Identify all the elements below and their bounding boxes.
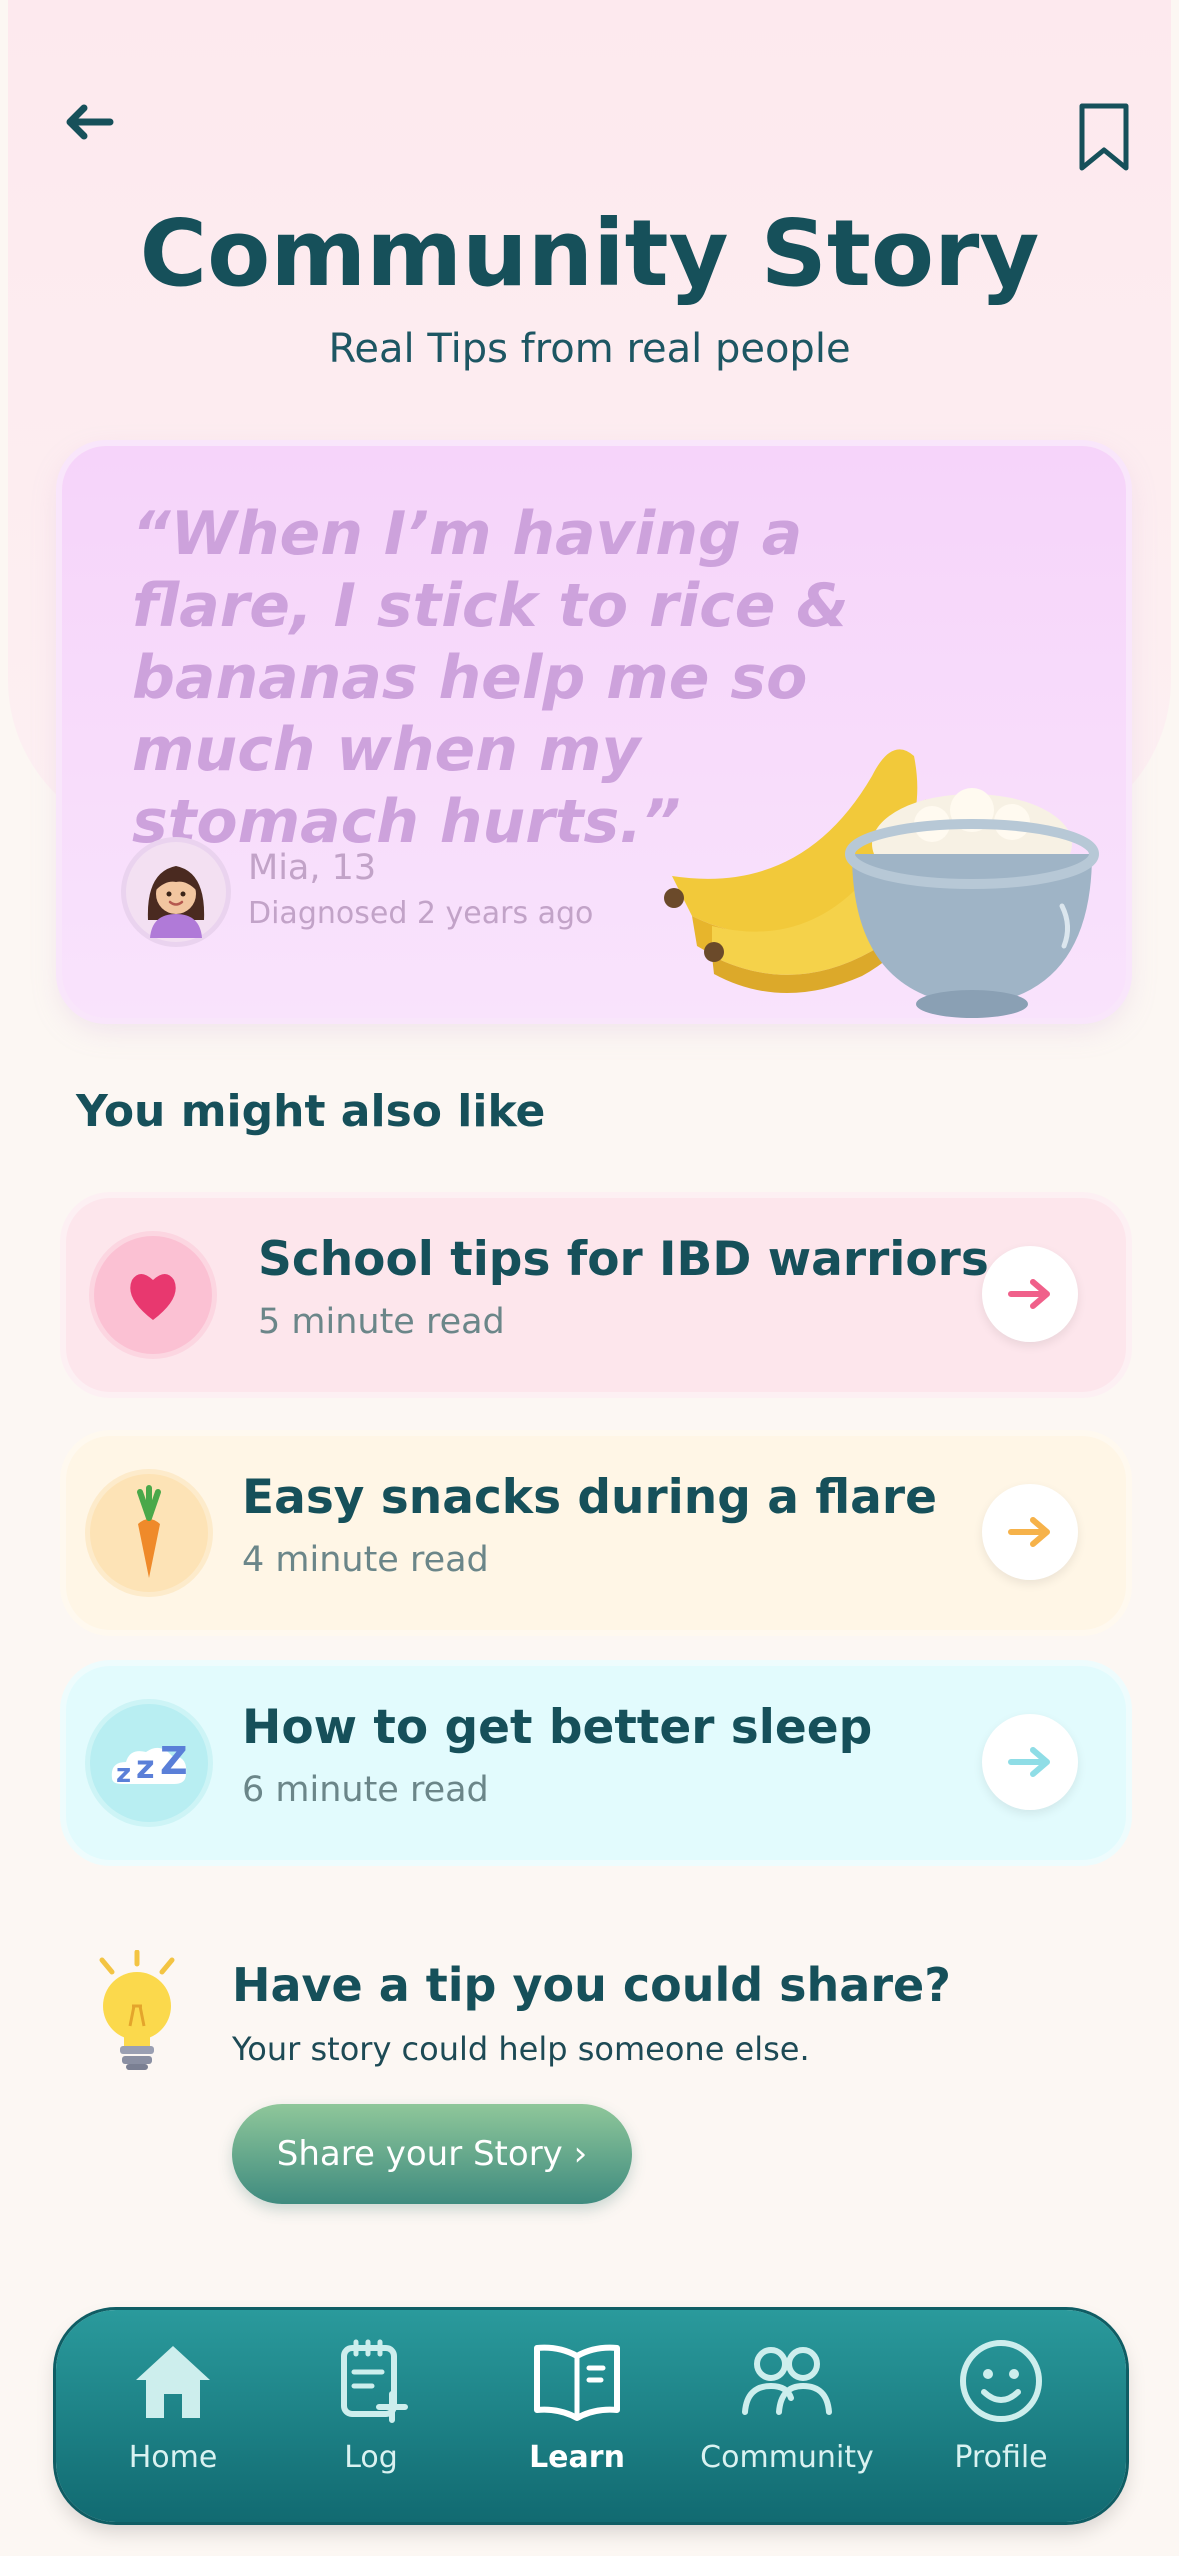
nav-item-learn[interactable]: Learn bbox=[482, 2336, 672, 2506]
share-tip-subtitle: Your story could help someone else. bbox=[232, 2030, 810, 2068]
nav-label: Community bbox=[700, 2440, 874, 2475]
carrot-badge bbox=[90, 1474, 208, 1592]
nav-item-log[interactable]: Log bbox=[276, 2336, 466, 2506]
article-title: School tips for IBD warriors bbox=[258, 1232, 989, 1287]
nav-label: Home bbox=[128, 2440, 218, 2475]
related-section-heading: You might also like bbox=[76, 1086, 546, 1137]
svg-text:Z: Z bbox=[160, 1739, 188, 1783]
page-subtitle: Real Tips from real people bbox=[328, 326, 851, 372]
carrot-icon bbox=[137, 1485, 161, 1578]
nav-label: Profile bbox=[954, 2440, 1048, 2475]
story-quote-card: “When I’m having a flare, I stick to ric… bbox=[62, 446, 1126, 1018]
avatar bbox=[126, 842, 226, 942]
heart-badge bbox=[94, 1236, 212, 1354]
rice-and-bananas-illustration bbox=[664, 749, 1099, 1018]
article-read-time: 5 minute read bbox=[258, 1302, 505, 1342]
sleep-cloud-icon: z z Z bbox=[111, 1739, 188, 1789]
log-icon bbox=[341, 2339, 408, 2423]
smiley-icon bbox=[960, 2340, 1042, 2422]
back-arrow-icon bbox=[66, 104, 114, 140]
nav-item-profile[interactable]: Profile bbox=[906, 2336, 1096, 2506]
open-article-button[interactable] bbox=[982, 1246, 1078, 1342]
heart-icon bbox=[130, 1274, 176, 1320]
book-icon bbox=[534, 2344, 620, 2421]
girl-avatar-icon bbox=[147, 866, 205, 938]
bookmark-button[interactable] bbox=[1074, 100, 1134, 176]
article-read-time: 6 minute read bbox=[242, 1770, 489, 1810]
svg-text:z: z bbox=[116, 1759, 131, 1789]
nav-item-home[interactable]: Home bbox=[78, 2336, 268, 2506]
svg-text:z: z bbox=[136, 1748, 155, 1786]
sleep-badge: z z Z bbox=[90, 1704, 208, 1822]
arrow-right-icon bbox=[1008, 1279, 1050, 1309]
nav-label: Learn bbox=[529, 2440, 625, 2475]
author-diagnosis: Diagnosed 2 years ago bbox=[248, 896, 594, 931]
article-card-better-sleep[interactable]: z z Z How to get better sleep 6 minute r… bbox=[66, 1666, 1126, 1860]
people-icon bbox=[742, 2347, 832, 2415]
article-read-time: 4 minute read bbox=[242, 1540, 489, 1580]
share-story-button[interactable]: Share your Story › bbox=[232, 2104, 632, 2204]
bookmark-icon bbox=[1079, 103, 1129, 171]
open-article-button[interactable] bbox=[982, 1484, 1078, 1580]
nav-label: Log bbox=[344, 2440, 398, 2475]
article-title: How to get better sleep bbox=[242, 1700, 873, 1755]
home-icon bbox=[136, 2346, 210, 2418]
open-article-button[interactable] bbox=[982, 1714, 1078, 1810]
page-title: Community Story bbox=[139, 200, 1040, 307]
arrow-right-icon bbox=[1008, 1747, 1050, 1777]
author-name: Mia, 13 bbox=[248, 848, 377, 888]
lightbulb-icon bbox=[99, 1950, 175, 2070]
article-title: Easy snacks during a flare bbox=[242, 1470, 937, 1525]
article-card-school-tips[interactable]: School tips for IBD warriors 5 minute re… bbox=[66, 1198, 1126, 1392]
article-card-easy-snacks[interactable]: Easy snacks during a flare 4 minute read bbox=[66, 1436, 1126, 1630]
bottom-nav: Home Log Learn Community Profile bbox=[56, 2310, 1126, 2522]
arrow-right-icon bbox=[1008, 1517, 1050, 1547]
share-tip-heading: Have a tip you could share? bbox=[232, 1958, 951, 2012]
back-button[interactable] bbox=[58, 92, 118, 152]
nav-item-community[interactable]: Community bbox=[692, 2336, 882, 2506]
